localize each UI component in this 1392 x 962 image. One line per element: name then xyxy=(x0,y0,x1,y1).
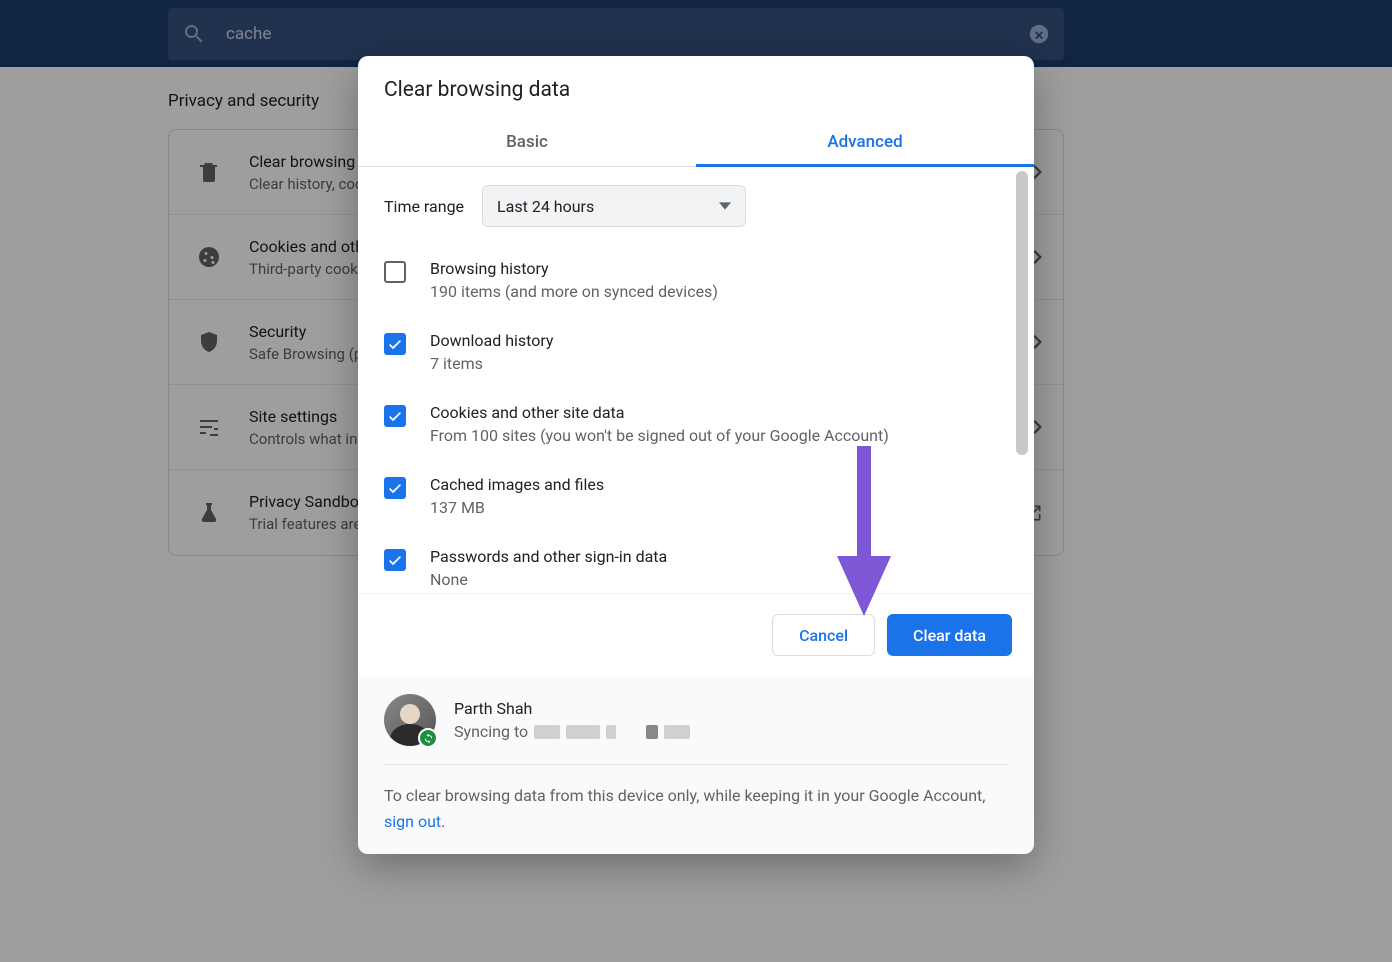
account-name: Parth Shah xyxy=(454,699,690,718)
sync-prefix: Syncing to xyxy=(454,722,528,741)
checkbox[interactable] xyxy=(384,549,406,571)
modal-overlay: Clear browsing data Basic Advanced Time … xyxy=(0,0,1392,962)
redacted-text xyxy=(566,725,600,739)
option-title: Browsing history xyxy=(430,259,718,278)
time-range-value: Last 24 hours xyxy=(497,197,594,216)
redacted-text xyxy=(606,725,616,739)
option-sub: From 100 sites (you won't be signed out … xyxy=(430,426,889,445)
chevron-down-icon xyxy=(719,200,731,212)
clear-data-button[interactable]: Clear data xyxy=(887,614,1012,656)
option-sub: None xyxy=(430,570,667,589)
option-title: Passwords and other sign-in data xyxy=(430,547,667,566)
option-title: Download history xyxy=(430,331,554,350)
sign-out-link[interactable]: sign out xyxy=(384,812,441,831)
option-download-history[interactable]: Download history 7 items xyxy=(384,323,1008,395)
checkbox[interactable] xyxy=(384,261,406,283)
dialog-tabs: Basic Advanced xyxy=(358,118,1034,167)
footer-before: To clear browsing data from this device … xyxy=(384,786,985,805)
account-sync-status: Syncing to xyxy=(454,722,690,741)
option-title: Cookies and other site data xyxy=(430,403,889,422)
check-icon xyxy=(387,552,403,568)
option-title: Cached images and files xyxy=(430,475,604,494)
clear-browsing-data-dialog: Clear browsing data Basic Advanced Time … xyxy=(358,56,1034,854)
redacted-text xyxy=(664,725,690,739)
option-cached-images[interactable]: Cached images and files 137 MB xyxy=(384,467,1008,539)
checkbox[interactable] xyxy=(384,477,406,499)
checkbox[interactable] xyxy=(384,405,406,427)
time-range-select[interactable]: Last 24 hours xyxy=(482,185,746,227)
avatar-wrap xyxy=(384,694,436,746)
dialog-body[interactable]: Time range Last 24 hours Browsing histor… xyxy=(358,167,1034,593)
check-icon xyxy=(387,480,403,496)
time-range-label: Time range xyxy=(384,197,464,216)
footer-text: To clear browsing data from this device … xyxy=(384,783,1008,834)
dialog-title: Clear browsing data xyxy=(358,56,1034,118)
tab-basic[interactable]: Basic xyxy=(358,118,696,166)
option-sub: 190 items (and more on synced devices) xyxy=(430,282,718,301)
option-sub: 7 items xyxy=(430,354,554,373)
dialog-actions: Cancel Clear data xyxy=(358,593,1034,676)
checkbox[interactable] xyxy=(384,333,406,355)
check-icon xyxy=(387,336,403,352)
footer-after: . xyxy=(441,812,445,831)
sync-badge-icon xyxy=(418,728,438,748)
option-cookies[interactable]: Cookies and other site data From 100 site… xyxy=(384,395,1008,467)
tab-advanced[interactable]: Advanced xyxy=(696,118,1034,166)
account-section: Parth Shah Syncing to To clear xyxy=(358,676,1034,854)
scrollbar[interactable] xyxy=(1016,171,1028,455)
redacted-text xyxy=(646,725,658,739)
check-icon xyxy=(387,408,403,424)
option-browsing-history[interactable]: Browsing history 190 items (and more on s… xyxy=(384,251,1008,323)
cancel-button[interactable]: Cancel xyxy=(772,614,875,656)
option-sub: 137 MB xyxy=(430,498,604,517)
redacted-text xyxy=(534,725,560,739)
option-passwords[interactable]: Passwords and other sign-in data None xyxy=(384,539,1008,593)
